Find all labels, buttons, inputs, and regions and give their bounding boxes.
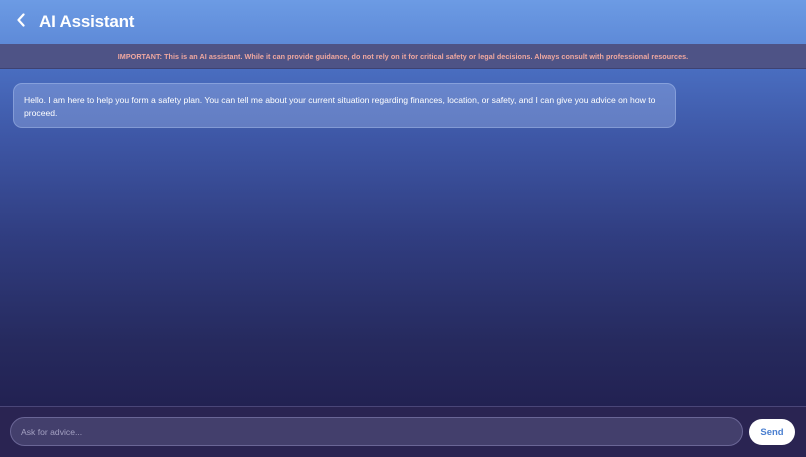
message-list: Hello. I am here to help you form a safe… bbox=[0, 70, 806, 406]
assistant-message: Hello. I am here to help you form a safe… bbox=[13, 83, 676, 128]
send-button[interactable]: Send bbox=[749, 419, 795, 445]
back-button[interactable] bbox=[13, 12, 29, 32]
chevron-left-icon bbox=[16, 12, 26, 32]
advice-input[interactable] bbox=[10, 417, 743, 446]
app-header: AI Assistant bbox=[0, 0, 806, 44]
disclaimer-banner: IMPORTANT: This is an AI assistant. Whil… bbox=[0, 44, 806, 69]
page-title: AI Assistant bbox=[39, 12, 135, 31]
disclaimer-text: IMPORTANT: This is an AI assistant. Whil… bbox=[117, 51, 689, 61]
composer-bar: Send bbox=[0, 406, 806, 457]
